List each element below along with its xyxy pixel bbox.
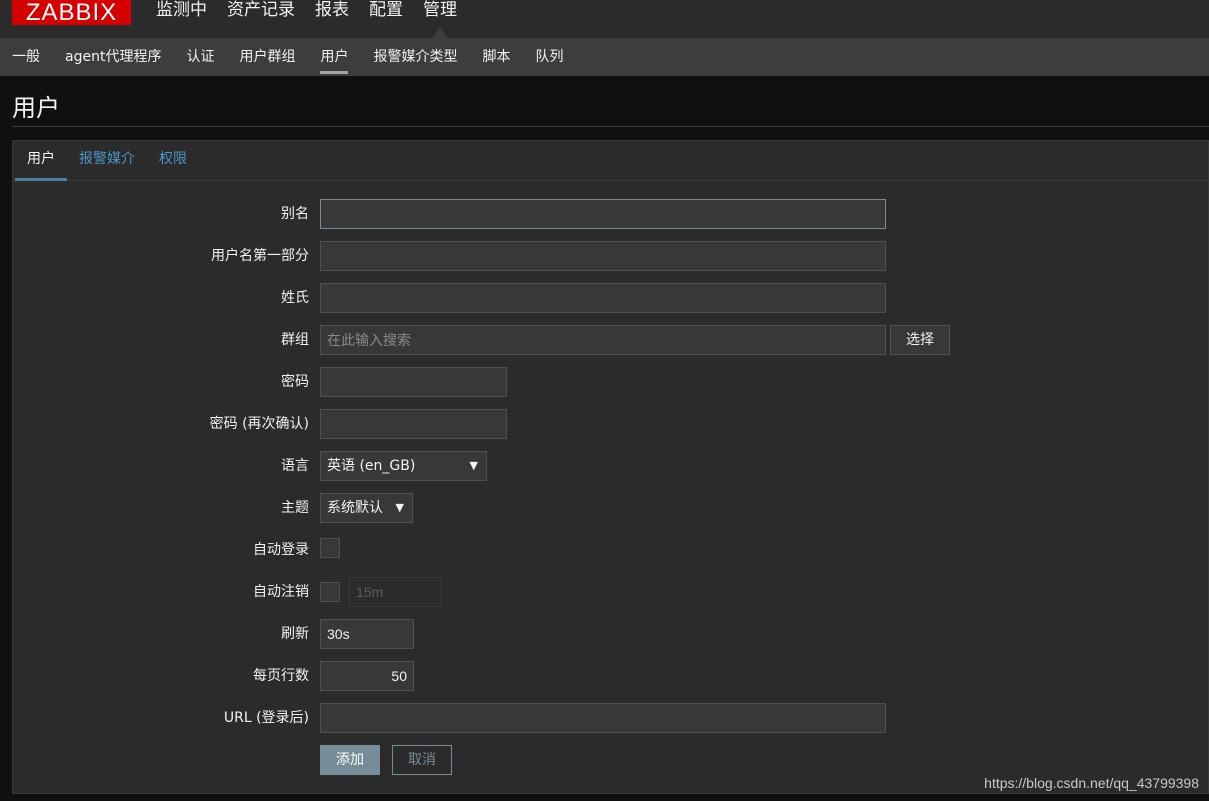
title-divider bbox=[12, 126, 1209, 127]
autologout-input[interactable]: 15m bbox=[349, 577, 442, 607]
autologin-label: 自动登录 bbox=[253, 542, 309, 558]
name-input[interactable] bbox=[320, 241, 886, 271]
alias-input[interactable] bbox=[320, 199, 886, 229]
submenu-scripts[interactable]: 脚本 bbox=[482, 39, 510, 75]
dropdown-arrow-icon: ▼ bbox=[395, 501, 404, 514]
tab-permissions[interactable]: 权限 bbox=[147, 141, 199, 180]
refresh-input[interactable]: 30s bbox=[320, 619, 414, 649]
watermark-text: https://blog.csdn.net/qq_43799398 bbox=[984, 775, 1199, 791]
language-select[interactable]: 英语 (en_GB) ▼ bbox=[320, 451, 487, 481]
submenu-media-types[interactable]: 报警媒介类型 bbox=[373, 39, 457, 75]
language-value: 英语 (en_GB) bbox=[327, 458, 416, 474]
password-confirm-input[interactable] bbox=[320, 409, 507, 439]
submenu-authentication[interactable]: 认证 bbox=[186, 39, 214, 75]
name-label: 用户名第一部分 bbox=[211, 248, 309, 264]
url-input[interactable] bbox=[320, 703, 886, 733]
submenu-proxies[interactable]: agent代理程序 bbox=[65, 39, 161, 75]
autologout-label: 自动注销 bbox=[253, 584, 309, 600]
tab-media[interactable]: 报警媒介 bbox=[67, 141, 147, 180]
password-label: 密码 bbox=[281, 374, 309, 390]
form-tabs: 用户 报警媒介 权限 bbox=[13, 141, 1208, 181]
surname-label: 姓氏 bbox=[281, 290, 309, 306]
refresh-label: 刷新 bbox=[281, 626, 309, 642]
dropdown-arrow-icon: ▼ bbox=[469, 459, 478, 472]
rows-per-page-input[interactable]: 50 bbox=[320, 661, 414, 691]
alias-label: 别名 bbox=[281, 206, 309, 222]
tab-user[interactable]: 用户 bbox=[15, 141, 67, 181]
menu-inventory[interactable]: 资产记录 bbox=[227, 0, 295, 20]
theme-value: 系统默认 bbox=[327, 500, 383, 516]
cancel-button[interactable]: 取消 bbox=[392, 745, 452, 775]
sub-navigation: 一般 agent代理程序 认证 用户群组 用户 报警媒介类型 脚本 队列 bbox=[0, 38, 1209, 76]
menu-monitoring[interactable]: 监测中 bbox=[156, 0, 207, 20]
user-form-container: 用户 报警媒介 权限 别名 用户名第一部分 姓氏 群组 在此输入搜索 选择 密码… bbox=[12, 140, 1209, 794]
submenu-user-groups[interactable]: 用户群组 bbox=[239, 39, 295, 75]
password-input[interactable] bbox=[320, 367, 507, 397]
rows-per-page-label: 每页行数 bbox=[253, 668, 309, 684]
add-button[interactable]: 添加 bbox=[320, 745, 380, 775]
zabbix-logo[interactable]: ZABBIX bbox=[12, 0, 131, 25]
menu-configuration[interactable]: 配置 bbox=[369, 0, 403, 20]
main-menu: 监测中 资产记录 报表 配置 管理 bbox=[156, 0, 477, 38]
theme-label: 主题 bbox=[281, 500, 309, 516]
groups-search-input[interactable]: 在此输入搜索 bbox=[320, 325, 886, 355]
theme-select[interactable]: 系统默认 ▼ bbox=[320, 493, 413, 523]
submenu-queue[interactable]: 队列 bbox=[535, 39, 563, 75]
page-title: 用户 bbox=[12, 94, 60, 122]
autologout-checkbox[interactable] bbox=[320, 582, 340, 602]
url-label: URL (登录后) bbox=[223, 710, 309, 726]
groups-select-button[interactable]: 选择 bbox=[890, 325, 950, 355]
menu-reports[interactable]: 报表 bbox=[315, 0, 349, 20]
menu-administration[interactable]: 管理 bbox=[423, 0, 457, 38]
autologin-checkbox[interactable] bbox=[320, 538, 340, 558]
top-navigation: ZABBIX 监测中 资产记录 报表 配置 管理 bbox=[0, 0, 1209, 38]
language-label: 语言 bbox=[281, 458, 309, 474]
submenu-general[interactable]: 一般 bbox=[12, 39, 40, 75]
password-confirm-label: 密码 (再次确认) bbox=[209, 416, 309, 432]
surname-input[interactable] bbox=[320, 283, 886, 313]
submenu-users[interactable]: 用户 bbox=[320, 39, 349, 75]
groups-label: 群组 bbox=[281, 332, 309, 348]
